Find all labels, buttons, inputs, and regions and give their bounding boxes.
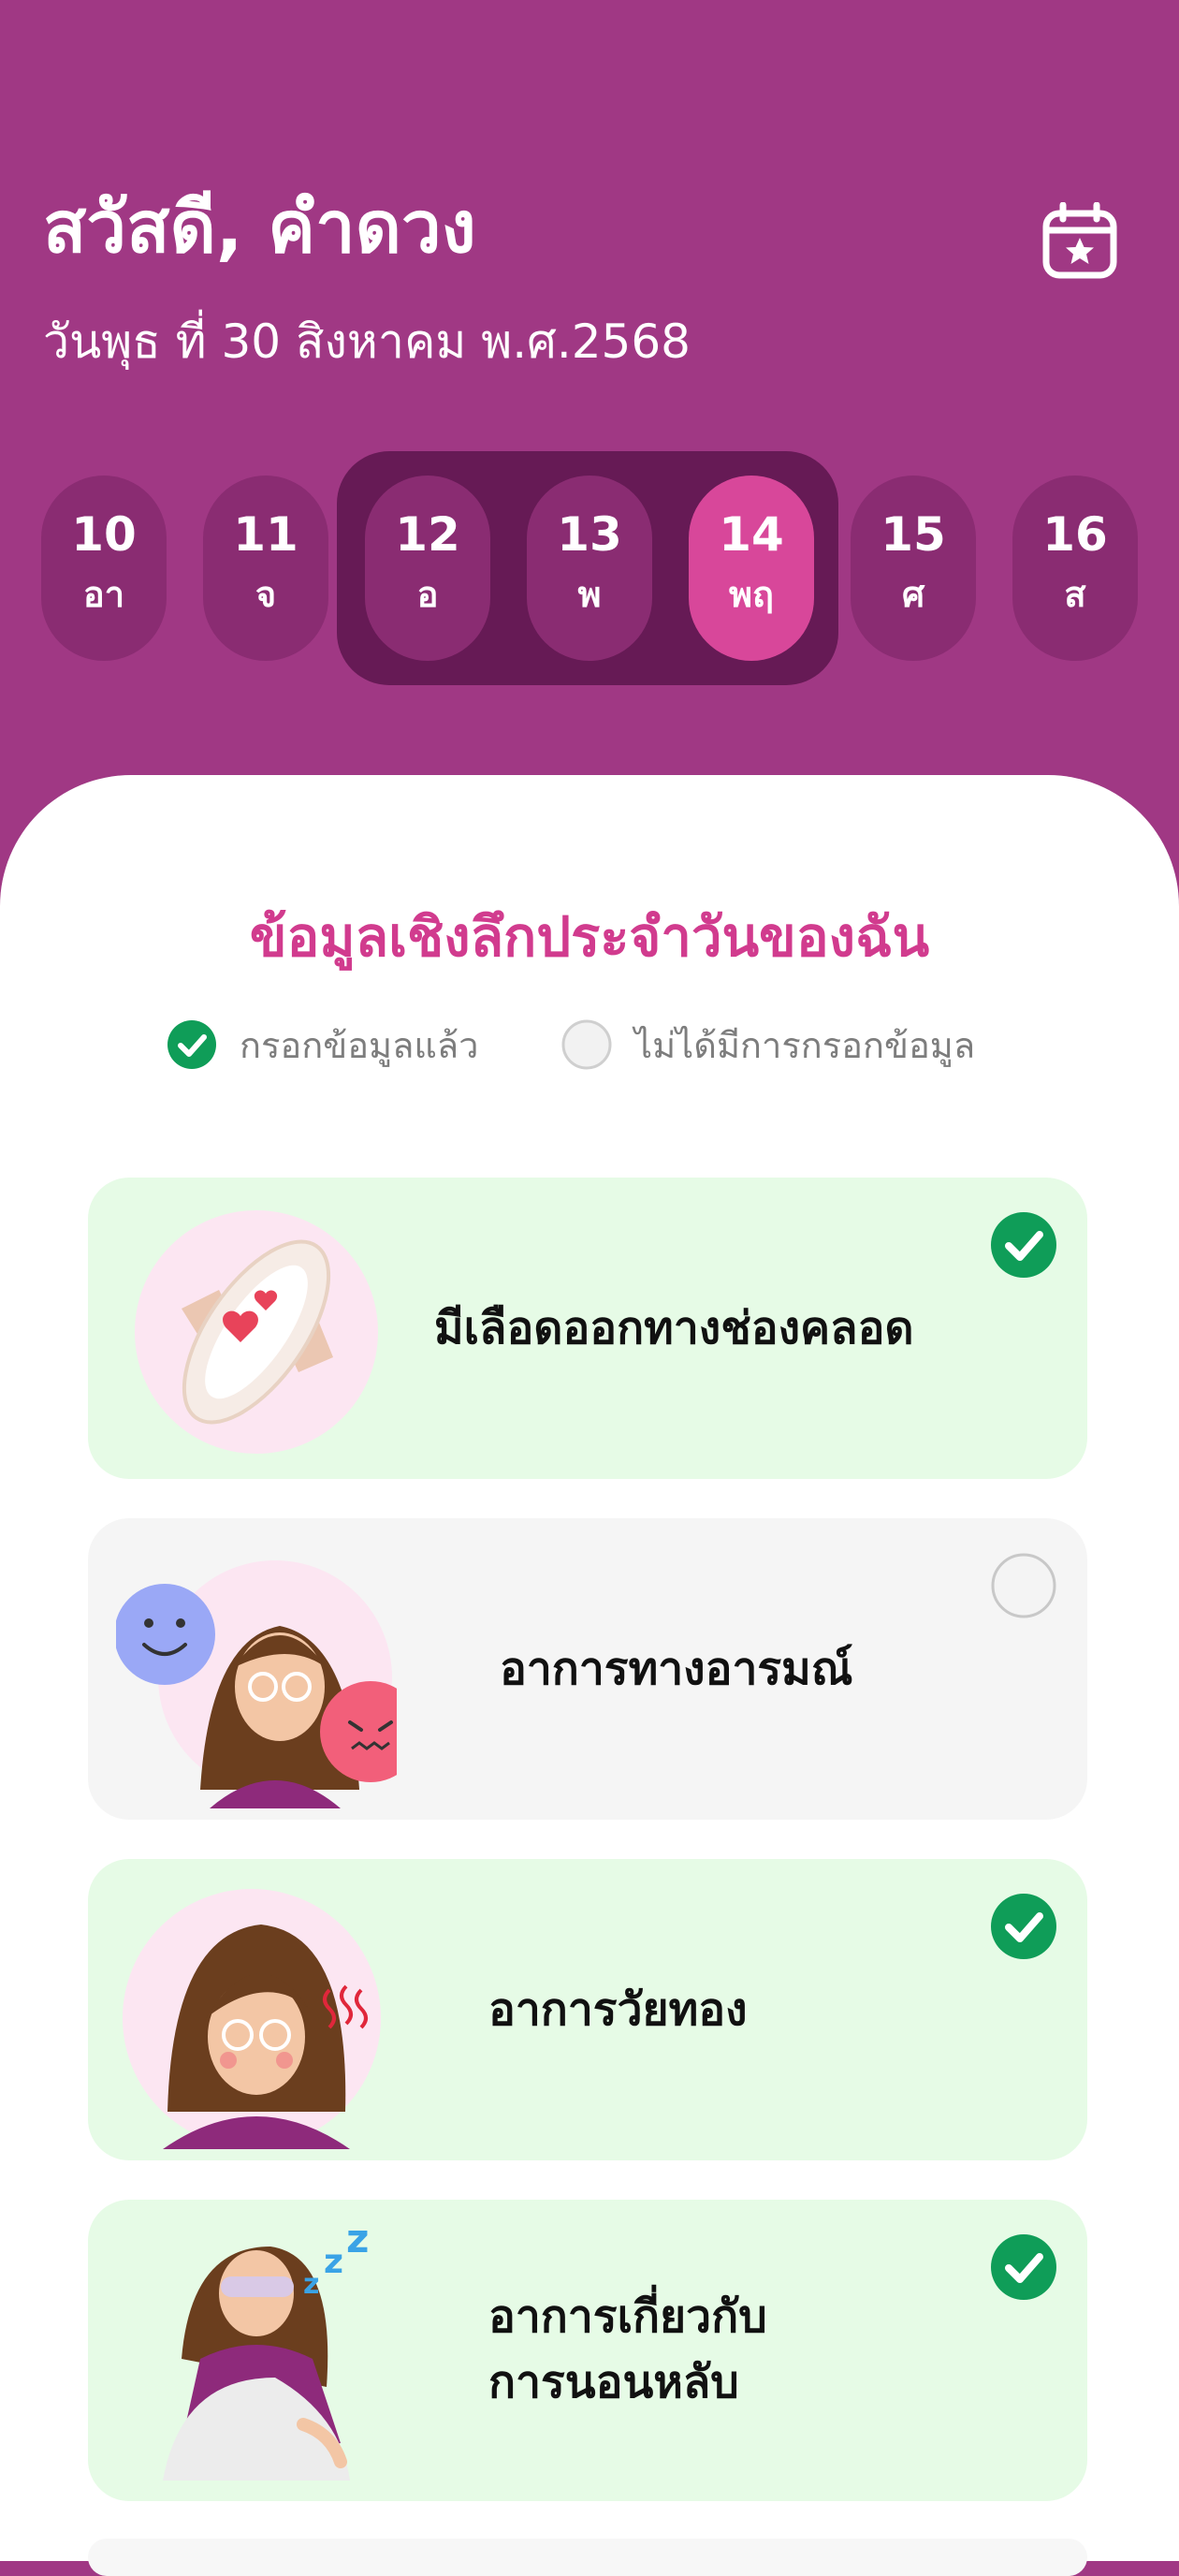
check-circle-icon: [991, 2234, 1056, 2300]
day-weekday: พ: [577, 574, 602, 615]
day-number: 16: [1042, 507, 1108, 562]
day-weekday: จ: [255, 574, 277, 615]
mood-face-icon: [116, 1560, 397, 1808]
calendar-icon[interactable]: [1041, 201, 1119, 281]
day-item-14-selected[interactable]: 14 พฤ: [689, 476, 814, 661]
card-label-line1: อาการเกี่ยวกับ: [488, 2291, 767, 2343]
check-circle-icon: [991, 1212, 1056, 1278]
sleeping-woman-icon: z z z: [163, 2218, 369, 2481]
svg-text:z: z: [346, 2218, 369, 2261]
legend-filled-label: กรอกข้อมูลแล้ว: [240, 1024, 479, 1066]
greeting-title: สวัสดี, คำดวง: [43, 185, 476, 269]
day-item-12[interactable]: 12 อ: [365, 476, 490, 661]
card-menopause-symptoms[interactable]: อาการวัยทอง: [88, 1859, 1087, 2160]
legend-empty: ไม่ได้มีการกรอกข้อมูล: [561, 1017, 975, 1073]
legend-filled: กรอกข้อมูลแล้ว: [167, 1017, 479, 1073]
legend-empty-label: ไม่ได้มีการกรอกข้อมูล: [634, 1024, 976, 1066]
header: สวัสดี, คำดวง วันพุธ ที่ 30 สิงหาคม พ.ศ.…: [0, 0, 1179, 842]
check-circle-icon: [167, 1020, 216, 1069]
card-emotional-symptoms[interactable]: อาการทางอารมณ์: [88, 1518, 1087, 1820]
empty-circle-icon: [561, 1019, 612, 1070]
day-number: 13: [557, 507, 622, 562]
card-vaginal-bleeding[interactable]: มีเลือดออกทางช่องคลอด: [88, 1178, 1087, 1479]
day-item-13[interactable]: 13 พ: [527, 476, 652, 661]
day-weekday: อ: [416, 574, 439, 615]
day-number: 12: [395, 507, 460, 562]
day-number: 15: [881, 507, 946, 562]
day-number: 11: [233, 507, 298, 562]
card-label-line2: การนอนหลับ: [488, 2356, 739, 2408]
day-number: 14: [719, 507, 784, 562]
card-label: มีเลือดออกทางช่องคลอด: [434, 1302, 914, 1354]
menopause-woman-icon: [123, 1889, 381, 2149]
day-weekday: พฤ: [728, 574, 775, 615]
day-weekday: อา: [82, 574, 125, 615]
card-label: อาการวัยทอง: [488, 1983, 748, 2036]
day-weekday: ศ: [901, 574, 925, 615]
svg-text:z: z: [303, 2268, 319, 2301]
empty-circle-icon: [991, 1553, 1056, 1618]
card-next-partial[interactable]: [88, 2539, 1087, 2576]
day-item-15[interactable]: 15 ศ: [851, 476, 976, 661]
day-item-11[interactable]: 11 จ: [203, 476, 328, 661]
sanitary-pad-icon: [135, 1210, 378, 1454]
day-item-16[interactable]: 16 ส: [1012, 476, 1138, 661]
card-label: อาการทางอารมณ์: [500, 1643, 853, 1695]
day-number: 10: [71, 507, 137, 562]
check-circle-icon: [991, 1894, 1056, 1959]
current-date: วันพุธ ที่ 30 สิงหาคม พ.ศ.2568: [43, 315, 691, 369]
svg-text:z: z: [324, 2243, 343, 2281]
day-item-10[interactable]: 10 อา: [41, 476, 167, 661]
day-weekday: ส: [1064, 574, 1086, 615]
insights-title: ข้อมูลเชิงลึกประจำวันของฉัน: [249, 905, 930, 969]
card-sleep-symptoms[interactable]: z z z อาการเกี่ยวกับ การนอนหลับ: [88, 2200, 1087, 2501]
